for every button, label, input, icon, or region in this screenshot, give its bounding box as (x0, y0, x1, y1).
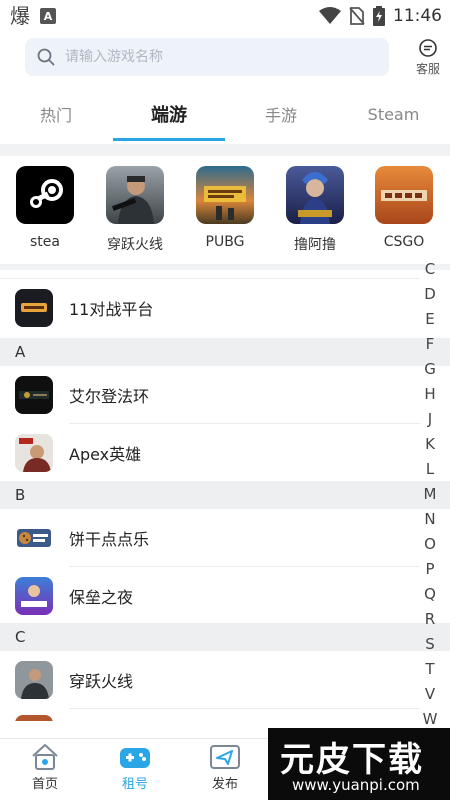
section-header-b: B (0, 481, 450, 509)
list-item[interactable]: 穿跃火线 (0, 651, 420, 709)
index-letter[interactable]: L (416, 460, 444, 478)
nav-rent-account-label: 租号 (121, 777, 148, 792)
hot-game-label: PUBG (205, 234, 245, 250)
home-icon (32, 744, 58, 770)
hot-game-steam[interactable]: stea (5, 166, 85, 250)
section-header-a: A (0, 338, 450, 366)
gamepad-icon (120, 748, 150, 768)
hot-game-csgo[interactable]: CSGO (364, 166, 444, 250)
lol-cover-icon (286, 166, 344, 224)
pubg-cover-icon (196, 166, 254, 224)
steam-logo-icon (16, 166, 74, 224)
index-letter[interactable]: D (416, 285, 444, 303)
index-letter[interactable]: F (416, 335, 444, 353)
divider (0, 264, 450, 270)
index-letter[interactable]: C (416, 260, 444, 278)
search-icon (37, 48, 55, 66)
game-fortnite-icon (15, 577, 53, 615)
tab-mobile-games[interactable]: 手游 (225, 88, 337, 140)
game-name: 保垒之夜 (69, 588, 134, 607)
list-item[interactable]: 艾尔登法环 (0, 366, 420, 424)
index-letter[interactable]: V (416, 685, 444, 703)
search-input[interactable] (65, 49, 345, 65)
list-item[interactable]: 保垒之夜 (0, 567, 420, 625)
active-tab-indicator (113, 138, 225, 141)
hot-game-crossfire[interactable]: 穿跃火线 (95, 166, 175, 254)
game-crossfire-icon (15, 661, 53, 699)
csgo-logo-icon (375, 166, 433, 224)
game-name: 饼干点点乐 (69, 530, 150, 549)
site-watermark: 元皮下载 www.yuanpi.com (268, 728, 450, 800)
notification-glyph: 爆 (10, 4, 30, 28)
wifi-icon (319, 7, 341, 24)
no-sim-icon (349, 7, 365, 25)
customer-service-button[interactable]: 客服 (408, 38, 448, 77)
list-item[interactable]: 饼干点点乐 (0, 509, 420, 567)
hot-game-lol[interactable]: 撸阿撸 (275, 166, 355, 254)
list-item[interactable]: Apex英雄 (0, 424, 420, 482)
hot-game-pubg[interactable]: PUBG (185, 166, 265, 250)
customer-service-label: 客服 (415, 62, 440, 76)
index-letter[interactable]: T (416, 660, 444, 678)
game-name: 11对战平台 (69, 299, 154, 319)
game-11-platform-icon (15, 288, 53, 327)
nav-rent-account[interactable]: 租号 (100, 743, 170, 792)
list-item[interactable]: 11对战平台 (0, 278, 420, 336)
hot-game-label: 穿跃火线 (107, 237, 163, 253)
nav-publish[interactable]: 发布 (190, 743, 260, 792)
game-cookie-clicker-icon (15, 519, 53, 557)
index-letter[interactable]: E (416, 310, 444, 328)
tab-pc-games[interactable]: 端游 (113, 88, 225, 140)
watermark-title: 元皮下载 (280, 740, 424, 780)
search-bar[interactable] (25, 38, 389, 76)
index-letter[interactable]: S (416, 635, 444, 653)
notification-badge: A (40, 8, 56, 24)
index-letter[interactable]: N (416, 510, 444, 528)
soldier-portrait-icon (106, 166, 164, 224)
status-bar: 爆 A 11:46 (0, 0, 450, 32)
index-letter[interactable]: G (416, 360, 444, 378)
tab-steam[interactable]: Steam (337, 88, 450, 140)
index-letter[interactable]: O (416, 535, 444, 553)
category-tabs: 热门 端游 手游 Steam (0, 88, 450, 144)
section-header-c: C (0, 623, 450, 651)
index-letter[interactable]: H (416, 385, 444, 403)
clock: 11:46 (393, 6, 442, 26)
battery-icon (373, 6, 385, 26)
hot-games-row: stea 穿跃火线 PUBG 撸阿撸 CSGO (0, 156, 450, 260)
hot-game-label: CSGO (383, 234, 425, 250)
index-letter[interactable]: K (416, 435, 444, 453)
tab-hot[interactable]: 热门 (0, 88, 112, 140)
index-letter[interactable]: M (416, 485, 444, 503)
game-partial-icon (15, 715, 53, 721)
nav-home-label: 首页 (31, 777, 58, 792)
game-name: 穿跃火线 (69, 672, 134, 691)
index-letter[interactable]: P (416, 560, 444, 578)
game-elden-ring-icon (15, 376, 53, 414)
divider (0, 144, 450, 156)
list-item-partial[interactable] (0, 709, 420, 721)
index-letter[interactable]: Q (416, 585, 444, 603)
hot-game-label: stea (30, 234, 60, 250)
game-name: 艾尔登法环 (69, 387, 150, 406)
index-letter[interactable]: R (416, 610, 444, 628)
watermark-url: www.yuanpi.com (292, 776, 420, 794)
chat-icon (419, 39, 437, 57)
game-apex-icon (15, 434, 53, 472)
nav-home[interactable]: 首页 (10, 743, 80, 792)
game-name: Apex英雄 (69, 445, 142, 464)
hot-game-label: 撸阿撸 (294, 237, 336, 253)
index-letter[interactable]: W (416, 710, 444, 728)
index-letter[interactable]: J (416, 410, 444, 428)
send-icon (210, 745, 240, 769)
nav-publish-label: 发布 (211, 777, 238, 792)
